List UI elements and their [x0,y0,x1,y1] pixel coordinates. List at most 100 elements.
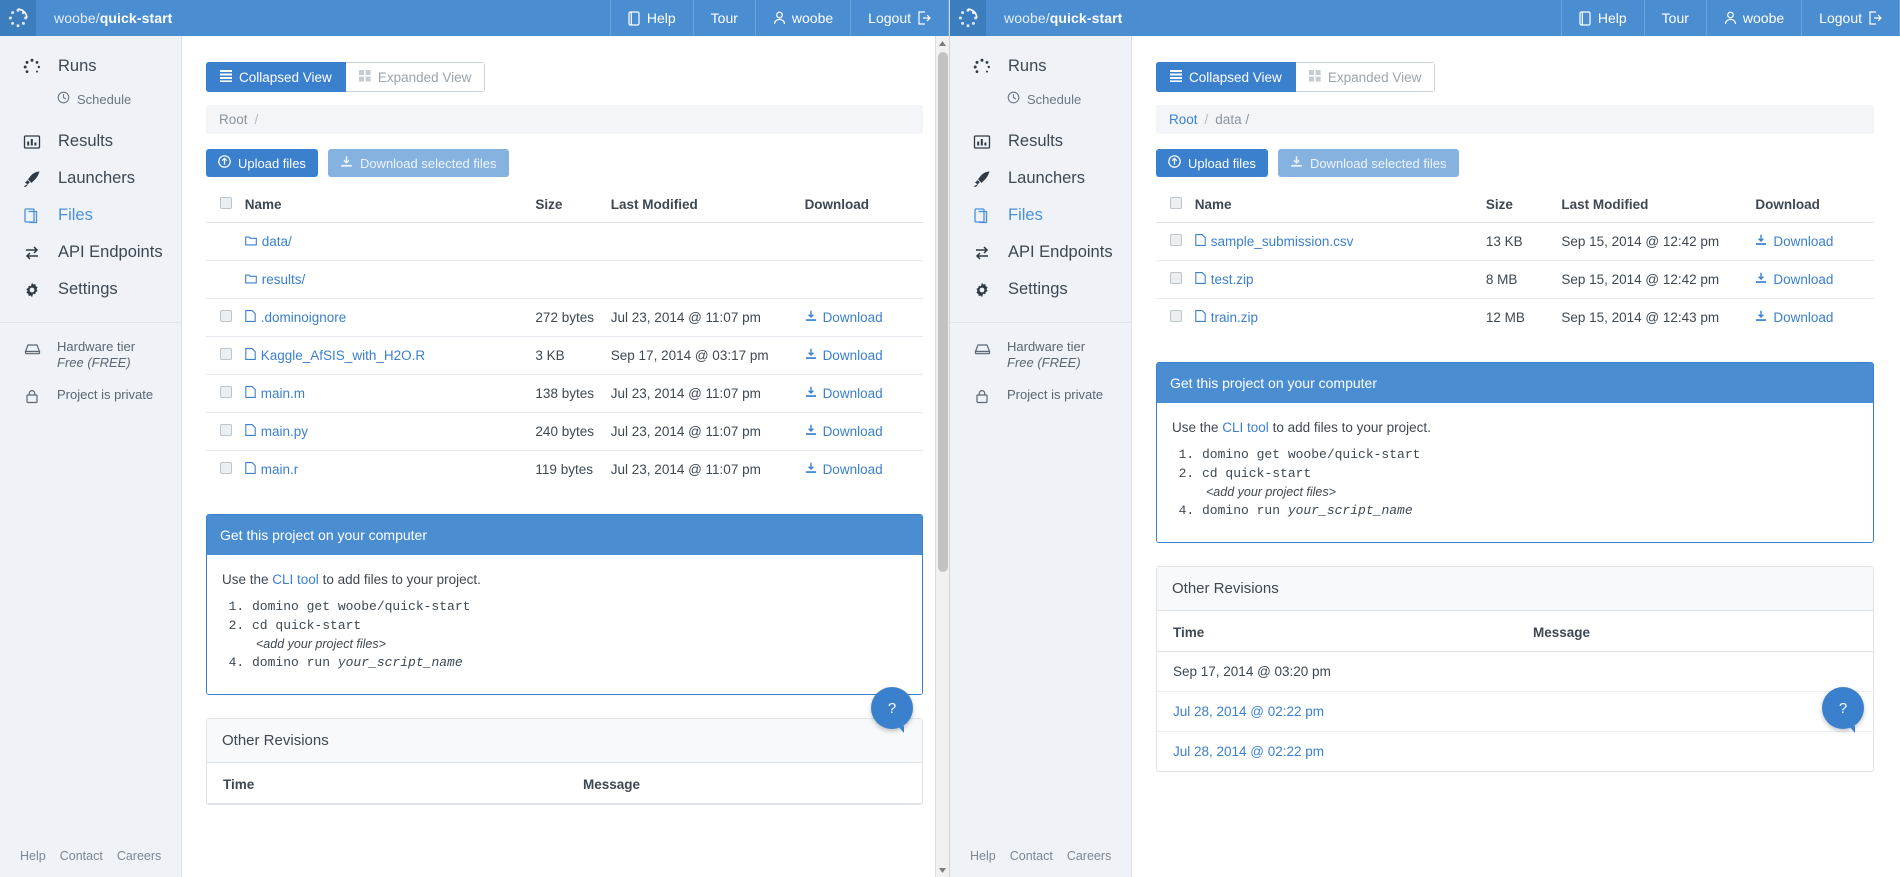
table-row[interactable]: .dominoignore 272 bytes Jul 23, 2014 @ 1… [206,298,923,337]
row-checkbox[interactable] [220,348,232,360]
sidebar-item-launchers[interactable]: Launchers [0,160,181,197]
breadcrumb-root[interactable]: Root [1169,112,1198,127]
folder-link[interactable]: results/ [244,272,305,287]
row-checkbox[interactable] [220,462,232,474]
file-link[interactable]: test.zip [1195,272,1254,287]
upload-files-button[interactable]: Upload files [1156,149,1268,177]
download-link[interactable]: Download [805,424,883,439]
sidebar-item-results[interactable]: Results [950,123,1131,160]
row-checkbox[interactable] [1170,310,1182,322]
download-link[interactable]: Download [1755,272,1833,287]
download-icon [340,155,353,171]
row-checkbox[interactable] [1170,234,1182,246]
domino-logo-icon[interactable] [0,0,36,36]
footer-link-careers[interactable]: Careers [1067,849,1111,863]
download-selected-button[interactable]: Download selected files [327,149,509,177]
header-last-modified[interactable]: Last Modified [1561,191,1756,223]
nav-user[interactable]: woobe [754,0,850,36]
download-link[interactable]: Download [805,386,883,401]
footer-link-help[interactable]: Help [970,849,996,863]
header-name[interactable]: Name [1194,191,1486,223]
revisions-header-time: Time [1157,611,1517,652]
row-checkbox[interactable] [220,386,232,398]
user-icon [773,11,786,25]
table-row[interactable]: Kaggle_AfSIS_with_H2O.R 3 KB Sep 17, 201… [206,336,923,375]
sidebar-item-schedule[interactable]: Schedule [950,85,1131,113]
sidebar-item-results[interactable]: Results [0,123,181,160]
nav-tour[interactable]: Tour [692,0,755,36]
header-name[interactable]: Name [244,191,536,223]
file-link[interactable]: main.m [245,386,305,401]
download-link[interactable]: Download [1755,234,1833,249]
sidebar-item-launchers[interactable]: Launchers [950,160,1131,197]
folder-link[interactable]: data/ [244,234,292,249]
scrollbar-thumb[interactable] [938,52,948,572]
sidebar-item-settings[interactable]: Settings [0,271,181,308]
footer-link-contact[interactable]: Contact [60,849,103,863]
row-checkbox[interactable] [220,424,232,436]
footer-link-contact[interactable]: Contact [1010,849,1053,863]
sidebar-item-api-endpoints[interactable]: API Endpoints [0,234,181,271]
sidebar-item-runs[interactable]: Runs [0,48,181,85]
table-row[interactable]: sample_submission.csv 13 KB Sep 15, 2014… [1156,222,1874,261]
collapsed-view-button[interactable]: Collapsed View [206,62,346,92]
revision-row[interactable]: Sep 17, 2014 @ 03:20 pm [1157,651,1873,692]
nav-tour[interactable]: Tour [1643,0,1706,36]
nav-logout[interactable]: Logout [1801,0,1900,36]
file-link[interactable]: main.r [245,462,298,477]
select-all-checkbox[interactable] [220,197,232,209]
sidebar-item-api-endpoints[interactable]: API Endpoints [950,234,1131,271]
table-row[interactable]: main.r 119 bytes Jul 23, 2014 @ 11:07 pm… [206,450,923,488]
table-row[interactable]: test.zip 8 MB Sep 15, 2014 @ 12:42 pm Do… [1156,260,1874,299]
table-row[interactable]: train.zip 12 MB Sep 15, 2014 @ 12:43 pm … [1156,298,1874,336]
file-link[interactable]: Kaggle_AfSIS_with_H2O.R [245,348,425,363]
revision-row[interactable]: Jul 28, 2014 @ 02:22 pm [1157,731,1873,771]
collapsed-view-button[interactable]: Collapsed View [1156,62,1296,92]
domino-logo-icon[interactable] [950,0,986,36]
row-checkbox[interactable] [220,310,232,322]
header-last-modified[interactable]: Last Modified [610,191,805,223]
header-size[interactable]: Size [535,191,611,223]
page-scrollbar-left[interactable] [935,36,949,877]
expanded-view-button[interactable]: Expanded View [1295,62,1436,92]
sidebar-item-settings[interactable]: Settings [950,271,1131,308]
scroll-down-arrow[interactable] [936,863,949,877]
footer-link-careers[interactable]: Careers [117,849,161,863]
sidebar-item-files[interactable]: Files [0,197,181,234]
upload-files-button[interactable]: Upload files [206,149,318,177]
footer-link-help[interactable]: Help [20,849,46,863]
table-row[interactable]: data/ [206,222,923,261]
header-size[interactable]: Size [1485,191,1562,223]
download-link[interactable]: Download [805,462,883,477]
download-link[interactable]: Download [1755,310,1833,325]
expanded-view-button[interactable]: Expanded View [345,62,486,92]
table-row[interactable]: main.m 138 bytes Jul 23, 2014 @ 11:07 pm… [206,374,923,413]
row-checkbox[interactable] [1170,272,1182,284]
revision-time-link[interactable]: Jul 28, 2014 @ 02:22 pm [1157,731,1517,771]
file-link[interactable]: .dominoignore [245,310,346,325]
revision-row[interactable]: Jul 28, 2014 @ 02:22 pm [1157,691,1873,732]
table-row[interactable]: results/ [206,260,923,299]
breadcrumb-root[interactable]: Root [219,112,248,127]
cli-tool-link[interactable]: CLI tool [272,572,319,587]
download-selected-button[interactable]: Download selected files [1277,149,1459,177]
sidebar-item-schedule[interactable]: Schedule [0,85,181,113]
revision-time-link[interactable]: Jul 28, 2014 @ 02:22 pm [1157,691,1517,732]
file-link[interactable]: main.py [245,424,308,439]
help-fab-left[interactable]: ? [871,687,913,733]
file-link[interactable]: sample_submission.csv [1195,234,1353,249]
download-link[interactable]: Download [805,348,883,363]
nav-help[interactable]: Help [609,0,693,36]
sidebar-item-files[interactable]: Files [950,197,1131,234]
cli-tool-link[interactable]: CLI tool [1222,420,1269,435]
scroll-up-arrow[interactable] [936,36,949,50]
table-row[interactable]: main.py 240 bytes Jul 23, 2014 @ 11:07 p… [206,412,923,451]
nav-logout[interactable]: Logout [850,0,949,36]
nav-help[interactable]: Help [1560,0,1644,36]
download-link[interactable]: Download [805,310,883,325]
nav-user[interactable]: woobe [1705,0,1801,36]
sidebar-item-runs[interactable]: Runs [950,48,1131,85]
file-link[interactable]: train.zip [1195,310,1258,325]
help-fab-right[interactable]: ? [1822,687,1864,733]
select-all-checkbox[interactable] [1170,197,1182,209]
